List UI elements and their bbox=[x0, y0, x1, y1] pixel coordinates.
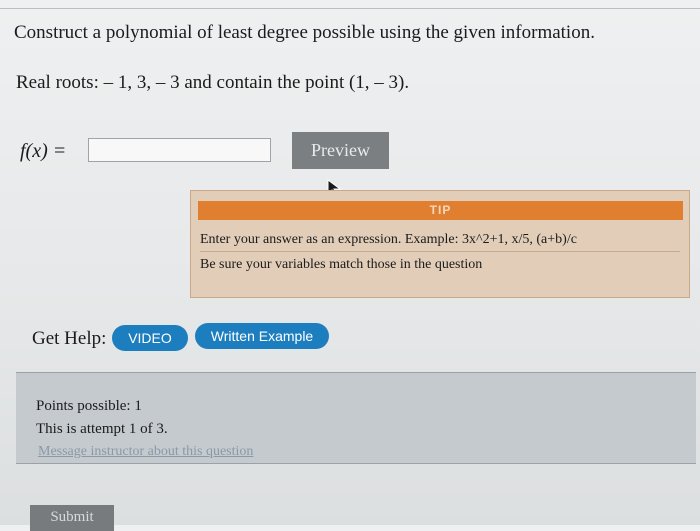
answer-input[interactable] bbox=[88, 138, 271, 162]
preview-button[interactable]: Preview bbox=[292, 132, 389, 169]
answer-label: f(x) = bbox=[20, 140, 67, 162]
tip-box: TIP Enter your answer as an expression. … bbox=[190, 190, 690, 298]
message-instructor-link[interactable]: Message instructor about this question bbox=[38, 444, 253, 460]
tip-divider bbox=[200, 251, 680, 252]
question-given-info: Real roots: – 1, 3, – 3 and contain the … bbox=[16, 72, 410, 93]
attempt-count: This is attempt 1 of 3. bbox=[36, 421, 168, 437]
written-example-button[interactable]: Written Example bbox=[195, 323, 329, 349]
points-possible: Points possible: 1 bbox=[36, 398, 142, 414]
submit-button[interactable]: Submit bbox=[30, 505, 114, 531]
tip-header: TIP bbox=[198, 201, 683, 220]
tip-example-text: Enter your answer as an expression. Exam… bbox=[200, 232, 577, 247]
points-panel: Points possible: 1 This is attempt 1 of … bbox=[16, 372, 696, 464]
tip-variables-text: Be sure your variables match those in th… bbox=[200, 257, 483, 272]
video-button[interactable]: VIDEO bbox=[112, 325, 188, 351]
get-help-label: Get Help: bbox=[32, 328, 107, 349]
top-divider bbox=[0, 8, 700, 9]
question-prompt: Construct a polynomial of least degree p… bbox=[14, 22, 595, 43]
